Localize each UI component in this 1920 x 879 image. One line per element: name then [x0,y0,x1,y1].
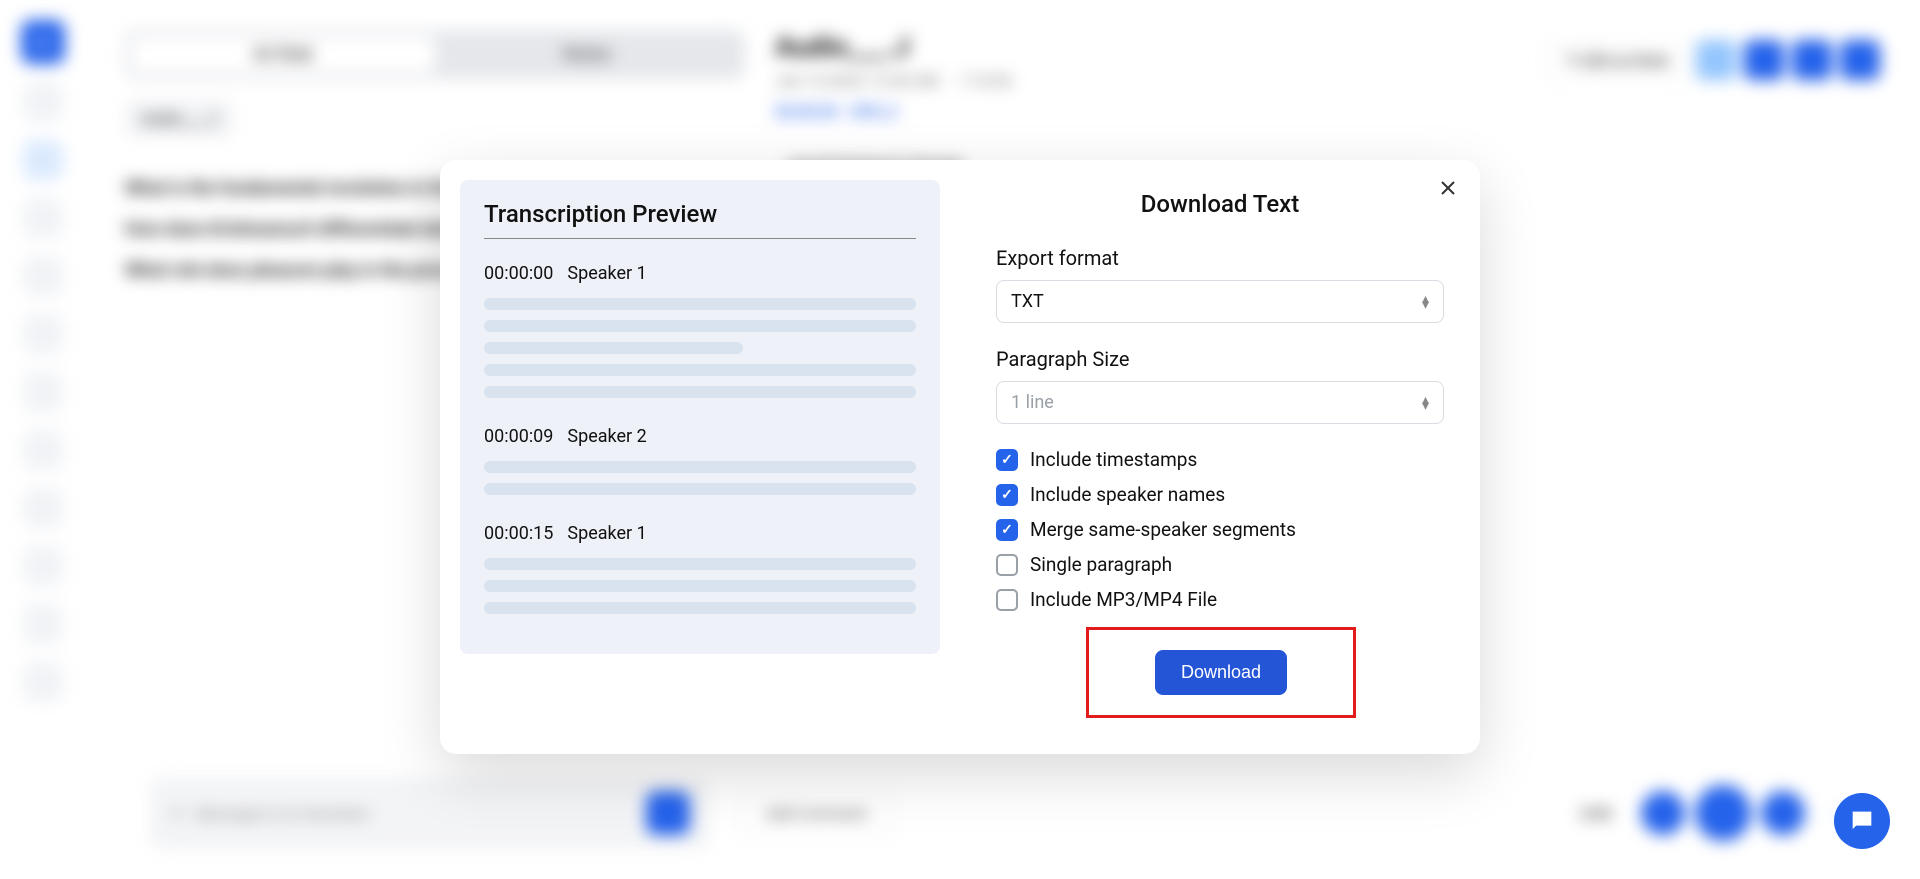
preview-placeholder-line [484,342,743,354]
segment-timestamp: 00:00:09 [484,426,553,447]
checkbox[interactable] [996,554,1018,576]
chevron-updown-icon: ▴▾ [1422,397,1429,409]
close-button[interactable] [1436,176,1460,200]
sidebar-icon-10 [23,604,63,644]
segment-timestamp: 00:00:15 [484,523,553,544]
option-label: Include MP3/MP4 File [1030,588,1217,611]
preview-placeholder-line [484,298,916,310]
app-logo: U [21,20,65,64]
option-label: Single paragraph [1030,553,1172,576]
file-chip: Audio___.J [125,99,233,138]
preview-placeholder-line [484,461,916,473]
segment-speaker: Speaker 1 [567,263,646,284]
download-options-pane: Download Text Export format TXT ▴▾ Parag… [960,160,1480,754]
player-play [1695,785,1751,841]
sidebar-icon-7 [23,430,63,470]
checkbox[interactable] [996,519,1018,541]
download-button[interactable]: Download [1155,650,1287,695]
header-action-2 [1744,40,1784,80]
checkbox[interactable] [996,589,1018,611]
segment-speaker: Speaker 2 [567,426,646,447]
option-label: Merge same-speaker segments [1030,518,1296,541]
chat-icon [1848,807,1876,835]
add-comment-button: Add Comment [740,789,893,838]
checkbox[interactable] [996,484,1018,506]
close-icon [1440,180,1456,196]
sidebar-icon-8 [23,488,63,528]
paragraph-size-label: Paragraph Size [996,347,1444,371]
sidebar-icon-9 [23,546,63,586]
option-label: Include timestamps [1030,448,1197,471]
paragraph-size-select[interactable]: 1 line ▴▾ [996,381,1444,424]
option-include-speaker-names[interactable]: Include speaker names [996,483,1444,506]
preview-placeholder-line [484,580,916,592]
chevron-updown-icon: ▴▾ [1422,296,1429,308]
preview-title: Transcription Preview [484,200,916,239]
sidebar-icon-11 [23,662,63,702]
tab-ai-chat: AI Chat [131,36,435,73]
sidebar-icon-5 [23,314,63,354]
option-single-paragraph[interactable]: Single paragraph [996,553,1444,576]
sidebar-icon-3 [23,198,63,238]
player-prev [1641,791,1685,835]
export-format-select[interactable]: TXT ▴▾ [996,280,1444,323]
sidebar-icon-2 [23,140,63,180]
transcription-preview-pane: Transcription Preview 00:00:00 Speaker 1… [440,160,960,754]
sidebar: U [0,0,85,879]
send-button [646,791,690,835]
preview-placeholder-line [484,320,916,332]
download-text-modal: Transcription Preview 00:00:00 Speaker 1… [440,160,1480,754]
message-input: ✦ Message to AI Assistant [150,777,710,849]
preview-segment: 00:00:00 Speaker 1 [484,263,916,398]
option-include-media-file[interactable]: Include MP3/MP4 File [996,588,1444,611]
speaker-tag: 00:00:00 SPK_0 [775,102,1880,121]
modal-heading: Download Text [996,190,1444,218]
segment-timestamp: 00:00:00 [484,263,553,284]
edit-as-note-button: ✎ Edit as Note [1546,42,1688,79]
chat-tabs: AI Chat Notes [125,30,745,79]
header-action-3 [1792,40,1832,80]
header-action-1 [1696,40,1736,80]
segment-speaker: Speaker 1 [567,523,646,544]
player-controls [1641,785,1805,841]
header-action-4 [1840,40,1880,80]
export-format-label: Export format [996,246,1444,270]
preview-placeholder-line [484,364,916,376]
download-highlight-box: Download [1086,627,1356,718]
preview-placeholder-line [484,386,916,398]
bottom-bar: ✦ Message to AI Assistant Add Comment 0:… [150,777,1860,849]
paragraph-size-value: 1 line [1011,392,1054,413]
preview-segment: 00:00:09 Speaker 2 [484,426,916,495]
option-label: Include speaker names [1030,483,1225,506]
player-next [1761,791,1805,835]
sidebar-icon-4 [23,256,63,296]
preview-placeholder-line [484,602,916,614]
chat-fab[interactable] [1834,793,1890,849]
header-actions: ✎ Edit as Note [1546,40,1880,80]
preview-segment: 00:00:15 Speaker 1 [484,523,916,614]
tab-notes: Notes [435,36,739,73]
player-time: 0:00 [1581,804,1612,823]
export-format-value: TXT [1011,291,1044,312]
sidebar-icon-6 [23,372,63,412]
preview-placeholder-line [484,483,916,495]
preview-placeholder-line [484,558,916,570]
sidebar-icon-1 [23,82,63,122]
option-merge-same-speaker[interactable]: Merge same-speaker segments [996,518,1444,541]
checkbox[interactable] [996,449,1018,471]
option-include-timestamps[interactable]: Include timestamps [996,448,1444,471]
